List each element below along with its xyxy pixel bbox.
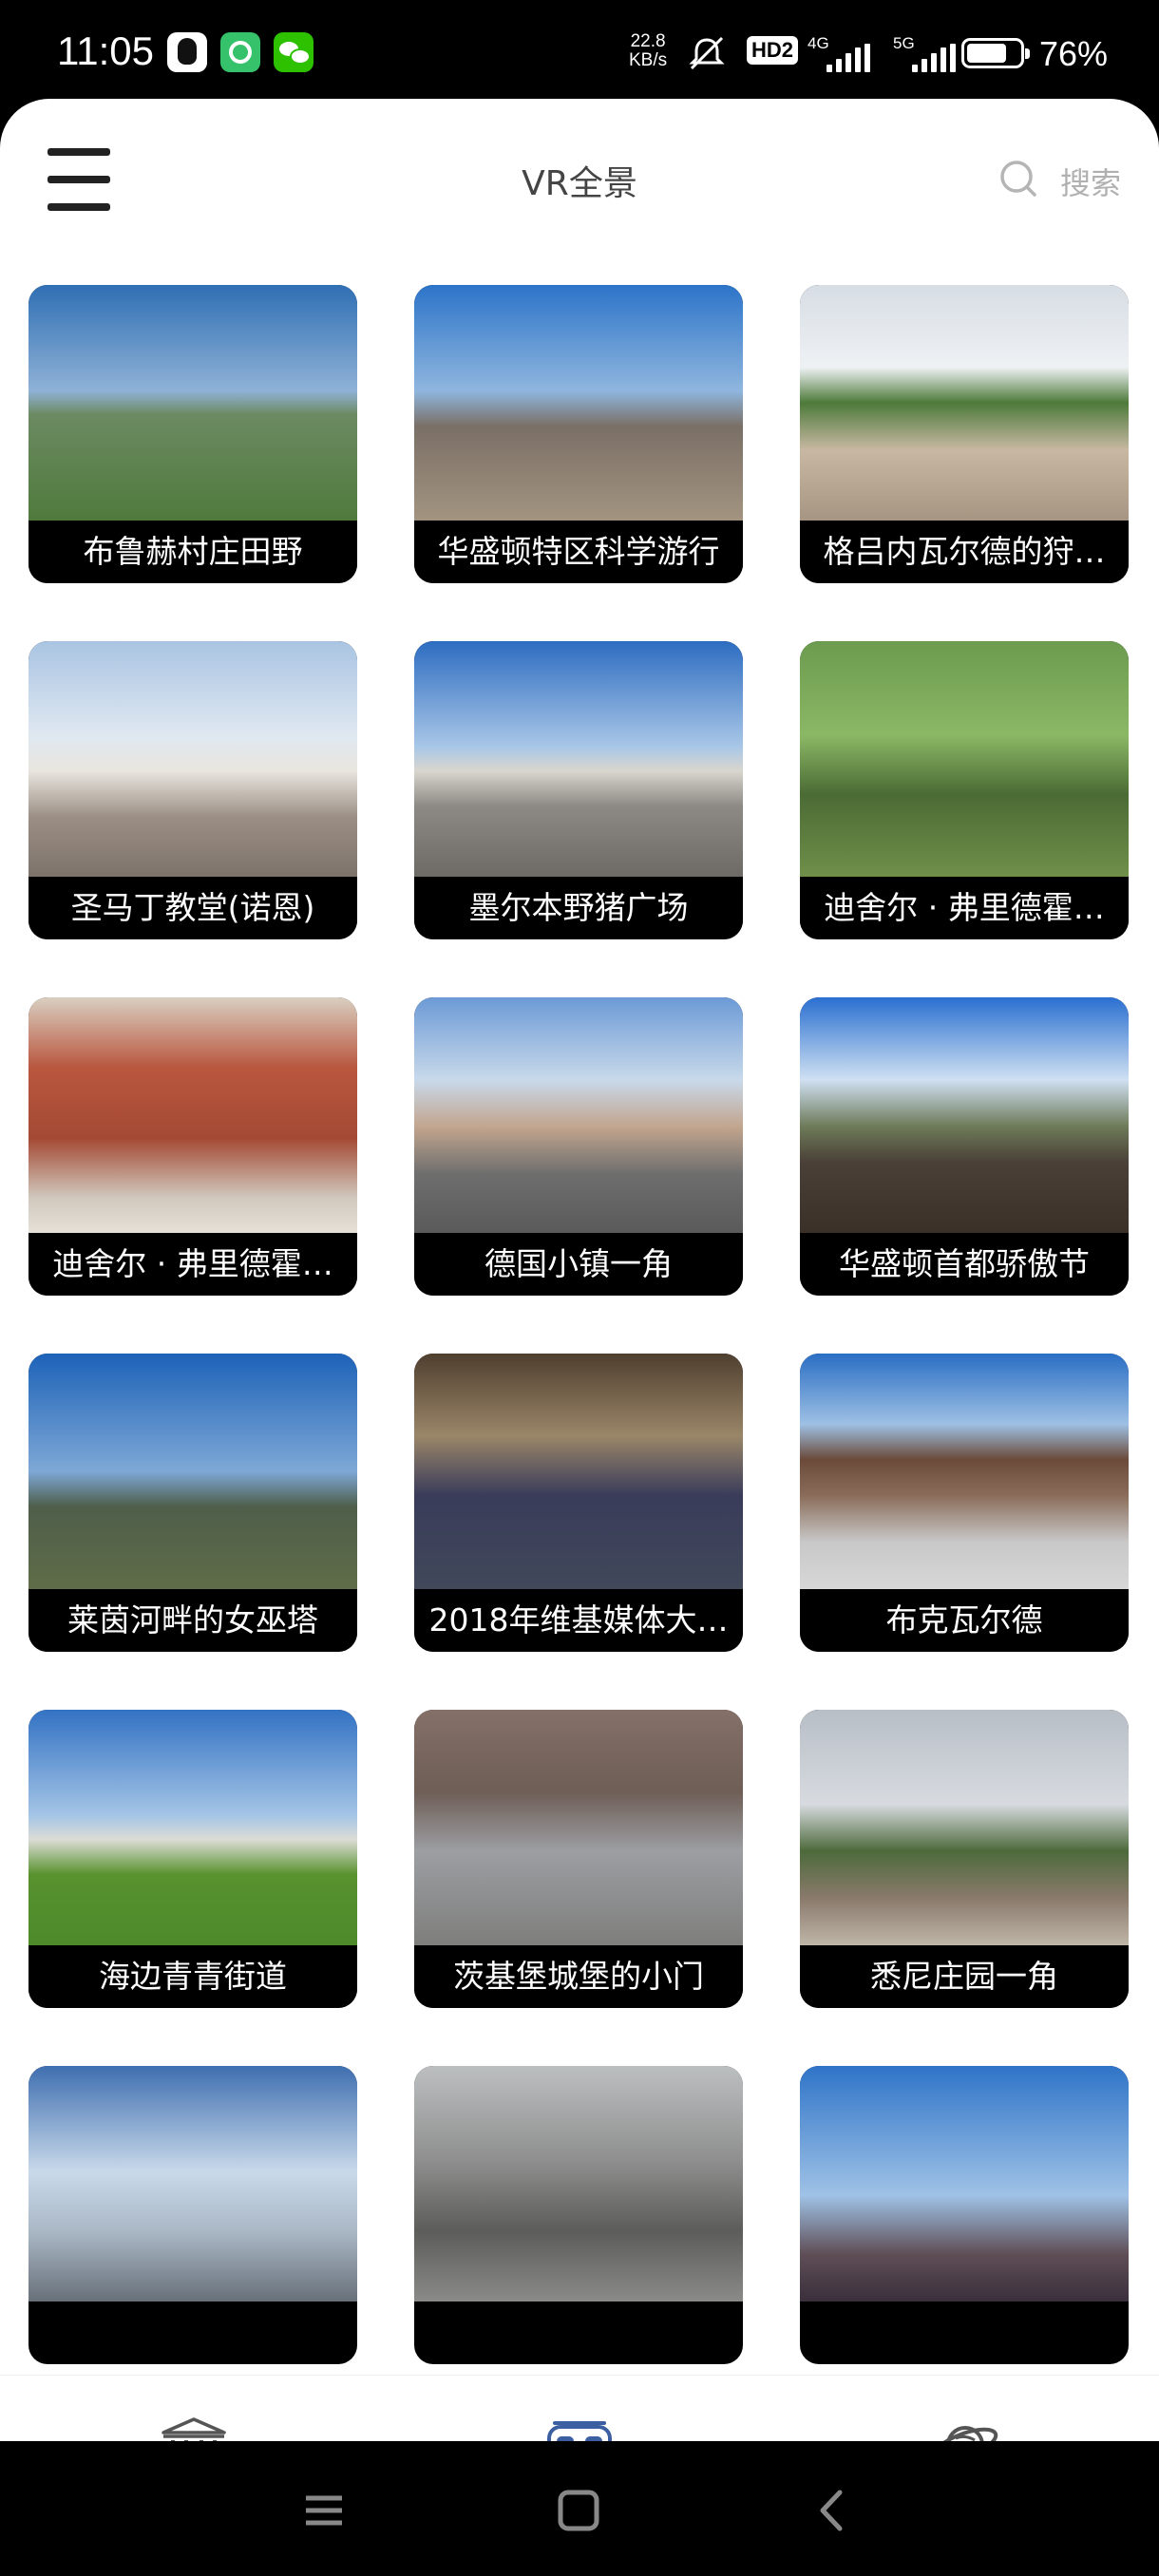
panorama-card[interactable]: 茨基堡城堡的小门 [414, 1710, 743, 2008]
status-time: 11:05 [57, 28, 154, 73]
panorama-card[interactable]: 迪舍尔 · 弗里德霍… [28, 997, 357, 1296]
panorama-card[interactable]: 迪舍尔 · 弗里德霍… [800, 641, 1129, 939]
panorama-card[interactable]: 莱茵河畔的女巫塔 [28, 1354, 357, 1652]
panorama-card[interactable]: 华盛顿特区科学游行 [414, 285, 743, 583]
signal-5g-icon: 5G [893, 34, 960, 72]
panorama-card[interactable]: 悉尼庄园一角 [800, 1710, 1129, 2008]
panorama-title: 2018年维基媒体大… [414, 1589, 743, 1652]
panorama-thumbnail [28, 285, 357, 521]
system-nav [0, 2441, 1159, 2576]
panorama-card[interactable] [414, 2066, 743, 2364]
tab-street-view[interactable]: 街景 [889, 2415, 1041, 2441]
panorama-title: 迪舍尔 · 弗里德霍… [800, 877, 1129, 939]
qq-icon [167, 32, 207, 72]
panorama-card[interactable]: 圣马丁教堂(诺恩) [28, 641, 357, 939]
panorama-card[interactable]: 墨尔本野猪广场 [414, 641, 743, 939]
signal-4g-icon: 4G [808, 34, 874, 72]
panorama-card[interactable]: 布克瓦尔德 [800, 1354, 1129, 1652]
panorama-card[interactable]: 华盛顿首都骄傲节 [800, 997, 1129, 1296]
app-screen: VR全景 搜索 布鲁赫村庄田野 华盛顿特区科学游行 格吕内瓦尔德的狩… 圣马丁教堂(诺… [0, 99, 1159, 2441]
status-bar: 11:05 22.8 KB/s HD2 4G 5G 76% [0, 0, 1159, 104]
panorama-title: 华盛顿首都骄傲节 [800, 1233, 1129, 1296]
panorama-card[interactable]: 德国小镇一角 [414, 997, 743, 1296]
tab-home[interactable]: 首页 [118, 2415, 270, 2441]
bottom-nav: 首页 全景 街景 [0, 2375, 1159, 2441]
panorama-thumbnail [800, 1354, 1129, 1589]
panorama-card[interactable]: 2018年维基媒体大… [414, 1354, 743, 1652]
panorama-title: 格吕内瓦尔德的狩… [800, 521, 1129, 583]
page-title: VR全景 [522, 164, 637, 203]
battery-percent: 76% [1039, 34, 1109, 73]
panorama-title: 布克瓦尔德 [800, 1589, 1129, 1652]
panorama-thumbnail [28, 997, 357, 1233]
panorama-card[interactable] [800, 2066, 1129, 2364]
panorama-title: 墨尔本野猪广场 [414, 877, 743, 939]
net-speed-value: 22.8 [630, 31, 666, 51]
panorama-title: 德国小镇一角 [414, 1233, 743, 1296]
vr-headset-icon [547, 2421, 612, 2441]
panorama-thumbnail [414, 2066, 743, 2301]
back-icon[interactable] [809, 2487, 857, 2534]
search-label: 搜索 [1060, 165, 1122, 201]
search-icon [1000, 161, 1036, 197]
panorama-title: 华盛顿特区科学游行 [414, 521, 743, 583]
planet-icon [932, 2426, 998, 2441]
panorama-title: 迪舍尔 · 弗里德霍… [28, 1233, 357, 1296]
panorama-thumbnail [800, 641, 1129, 877]
panorama-title: 莱茵河畔的女巫塔 [28, 1589, 357, 1652]
net-speed: 22.8 KB/s [629, 32, 667, 70]
panorama-thumbnail [28, 1710, 357, 1945]
panorama-thumbnail [414, 1354, 743, 1589]
menu-icon[interactable] [300, 2487, 348, 2534]
panorama-title: 布鲁赫村庄田野 [28, 521, 357, 583]
net-speed-unit: KB/s [629, 50, 668, 70]
panorama-thumbnail [800, 2066, 1129, 2301]
panorama-thumbnail [414, 641, 743, 877]
home-icon[interactable] [555, 2487, 602, 2534]
panorama-title: 茨基堡城堡的小门 [414, 1945, 743, 2008]
panorama-thumbnail [800, 1710, 1129, 1945]
panorama-thumbnail [800, 285, 1129, 521]
green-app-icon [220, 32, 260, 72]
hd-badge: HD2 [747, 36, 799, 65]
panorama-card[interactable]: 海边青青街道 [28, 1710, 357, 2008]
panorama-thumbnail [28, 2066, 357, 2301]
panorama-card[interactable]: 布鲁赫村庄田野 [28, 285, 357, 583]
panorama-title: 圣马丁教堂(诺恩) [28, 877, 357, 939]
panorama-title: 海边青青街道 [28, 1945, 357, 2008]
panorama-thumbnail [28, 1354, 357, 1589]
battery-icon [961, 38, 1030, 68]
panorama-card[interactable] [28, 2066, 357, 2364]
panorama-title: 悉尼庄园一角 [800, 1945, 1129, 2008]
panorama-thumbnail [800, 997, 1129, 1233]
panorama-thumbnail [414, 1710, 743, 1945]
museum-icon [162, 2417, 226, 2441]
panorama-card[interactable]: 格吕内瓦尔德的狩… [800, 285, 1129, 583]
panorama-thumbnail [28, 641, 357, 877]
panorama-thumbnail [414, 285, 743, 521]
mute-icon [689, 36, 725, 70]
tab-panorama[interactable]: 全景 [504, 2415, 656, 2441]
app-header: VR全景 搜索 [0, 99, 1159, 260]
wechat-icon [274, 32, 314, 72]
panorama-thumbnail [414, 997, 743, 1233]
